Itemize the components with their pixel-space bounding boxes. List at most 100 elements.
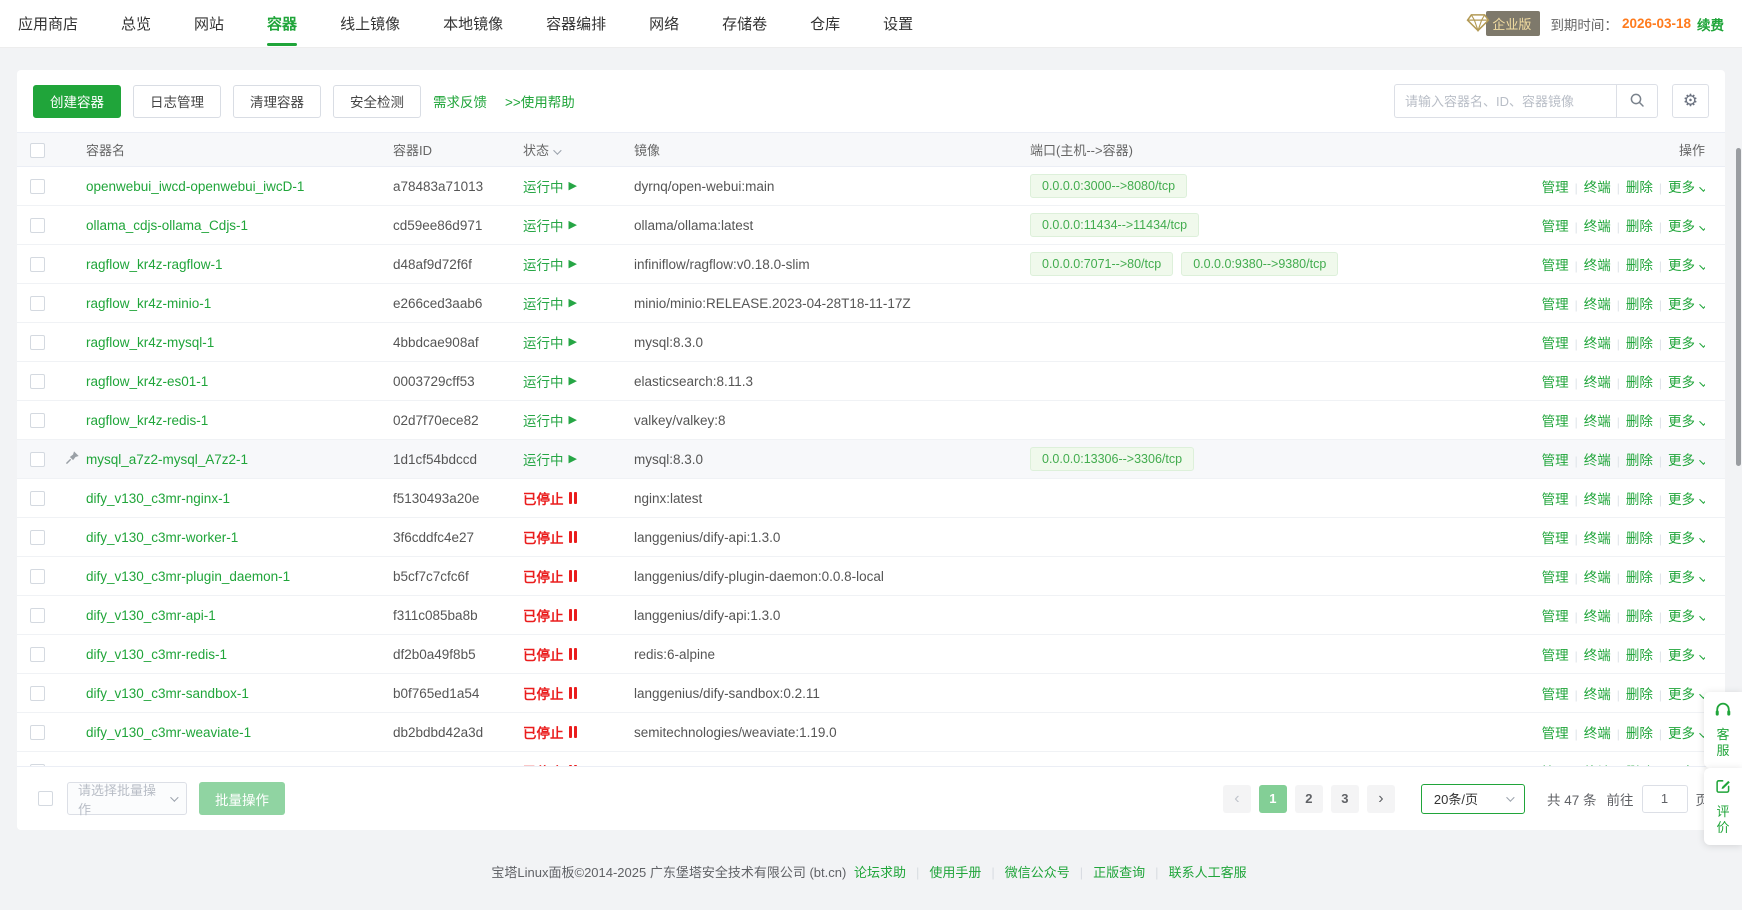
container-name-link[interactable]: ragflow_kr4z-mysql-1 bbox=[86, 335, 214, 350]
op-link-1[interactable]: 终端 bbox=[1584, 453, 1611, 468]
feedback-widget[interactable]: 评价 bbox=[1704, 768, 1742, 845]
op-link-3[interactable]: 更多 bbox=[1668, 336, 1705, 351]
op-link-2[interactable]: 删除 bbox=[1626, 453, 1653, 468]
op-link-1[interactable]: 终端 bbox=[1584, 570, 1611, 585]
op-link-2[interactable]: 删除 bbox=[1626, 492, 1653, 507]
settings-button[interactable]: ⚙ bbox=[1672, 84, 1709, 118]
op-link-3[interactable]: 更多 bbox=[1668, 765, 1705, 766]
op-link-3[interactable]: 更多 bbox=[1668, 609, 1705, 624]
nav-item-10[interactable]: 设置 bbox=[883, 0, 913, 48]
row-checkbox[interactable] bbox=[30, 218, 45, 233]
op-link-2[interactable]: 删除 bbox=[1626, 765, 1653, 766]
nav-item-5[interactable]: 本地镜像 bbox=[443, 0, 503, 48]
container-name-link[interactable]: dify_v130_c3mr-redis-1 bbox=[86, 647, 227, 662]
op-link-1[interactable]: 终端 bbox=[1584, 297, 1611, 312]
container-name-link[interactable]: dify_v130_c3mr-worker-1 bbox=[86, 530, 238, 545]
op-link-0[interactable]: 管理 bbox=[1542, 297, 1569, 312]
op-link-3[interactable]: 更多 bbox=[1668, 219, 1705, 234]
op-link-3[interactable]: 更多 bbox=[1668, 570, 1705, 585]
op-link-1[interactable]: 终端 bbox=[1584, 219, 1611, 234]
container-name-link[interactable]: dify_v130_c3mr-nginx-1 bbox=[86, 491, 230, 506]
row-checkbox[interactable] bbox=[30, 179, 45, 194]
op-link-1[interactable]: 终端 bbox=[1584, 765, 1611, 766]
footer-link-2[interactable]: 微信公众号 bbox=[1005, 865, 1070, 880]
op-link-0[interactable]: 管理 bbox=[1542, 414, 1569, 429]
nav-item-8[interactable]: 存储卷 bbox=[722, 0, 767, 48]
op-link-0[interactable]: 管理 bbox=[1542, 258, 1569, 273]
op-link-0[interactable]: 管理 bbox=[1542, 492, 1569, 507]
op-link-0[interactable]: 管理 bbox=[1542, 765, 1569, 766]
op-link-3[interactable]: 更多 bbox=[1668, 375, 1705, 390]
op-link-2[interactable]: 删除 bbox=[1626, 375, 1653, 390]
create-container-button[interactable]: 创建容器 bbox=[33, 85, 121, 118]
container-name-link[interactable]: ollama_cdjs-ollama_Cdjs-1 bbox=[86, 218, 248, 233]
row-checkbox[interactable] bbox=[30, 413, 45, 428]
container-name-link[interactable]: ragflow_kr4z-minio-1 bbox=[86, 296, 211, 311]
container-name-link[interactable]: dify_v130_c3mr-plugin_daemon-1 bbox=[86, 569, 290, 584]
batch-operation-select[interactable]: 请选择批量操作 bbox=[67, 782, 187, 815]
support-widget[interactable]: 客服 bbox=[1704, 692, 1742, 768]
clean-container-button[interactable]: 清理容器 bbox=[233, 85, 321, 118]
op-link-2[interactable]: 删除 bbox=[1626, 648, 1653, 663]
op-link-3[interactable]: 更多 bbox=[1668, 492, 1705, 507]
row-checkbox[interactable] bbox=[30, 335, 45, 350]
op-link-1[interactable]: 终端 bbox=[1584, 648, 1611, 663]
op-link-3[interactable]: 更多 bbox=[1668, 258, 1705, 273]
op-link-1[interactable]: 终端 bbox=[1584, 531, 1611, 546]
feedback-link[interactable]: 需求反馈 bbox=[433, 91, 487, 111]
row-checkbox[interactable] bbox=[30, 647, 45, 662]
batch-operation-button[interactable]: 批量操作 bbox=[199, 782, 285, 815]
op-link-2[interactable]: 删除 bbox=[1626, 687, 1653, 702]
op-link-3[interactable]: 更多 bbox=[1668, 414, 1705, 429]
container-name-link[interactable]: dify_v130_c3mr-sandbox-1 bbox=[86, 686, 249, 701]
row-checkbox[interactable] bbox=[30, 491, 45, 506]
row-checkbox[interactable] bbox=[30, 686, 45, 701]
container-name-link[interactable]: dify_v130_c3mr-weaviate-1 bbox=[86, 725, 251, 740]
search-button[interactable] bbox=[1616, 84, 1658, 118]
op-link-2[interactable]: 删除 bbox=[1626, 570, 1653, 585]
op-link-1[interactable]: 终端 bbox=[1584, 258, 1611, 273]
row-checkbox[interactable] bbox=[30, 296, 45, 311]
op-link-3[interactable]: 更多 bbox=[1668, 297, 1705, 312]
container-name-link[interactable]: dify_v130_c3mr-api-1 bbox=[86, 608, 216, 623]
log-manage-button[interactable]: 日志管理 bbox=[133, 85, 221, 118]
container-name-link[interactable]: ragflow_kr4z-es01-1 bbox=[86, 374, 208, 389]
goto-page-input[interactable] bbox=[1642, 785, 1688, 813]
row-checkbox[interactable] bbox=[30, 452, 45, 467]
op-link-0[interactable]: 管理 bbox=[1542, 648, 1569, 663]
op-link-1[interactable]: 终端 bbox=[1584, 375, 1611, 390]
op-link-2[interactable]: 删除 bbox=[1626, 219, 1653, 234]
container-name-link[interactable]: ragflow_kr4z-redis-1 bbox=[86, 413, 208, 428]
security-check-button[interactable]: 安全检测 bbox=[333, 85, 421, 118]
op-link-3[interactable]: 更多 bbox=[1668, 453, 1705, 468]
row-checkbox[interactable] bbox=[30, 257, 45, 272]
row-checkbox[interactable] bbox=[30, 530, 45, 545]
container-name-link[interactable]: dify_v130_c3mr-web-1 bbox=[86, 764, 223, 767]
batch-select-all-checkbox[interactable] bbox=[38, 791, 53, 806]
op-link-1[interactable]: 终端 bbox=[1584, 492, 1611, 507]
nav-item-9[interactable]: 仓库 bbox=[810, 0, 840, 48]
op-link-0[interactable]: 管理 bbox=[1542, 219, 1569, 234]
op-link-2[interactable]: 删除 bbox=[1626, 258, 1653, 273]
pin-icon[interactable] bbox=[65, 450, 80, 468]
nav-item-1[interactable]: 总览 bbox=[121, 0, 151, 48]
header-status[interactable]: 状态 bbox=[523, 140, 634, 159]
search-input[interactable] bbox=[1394, 84, 1616, 118]
op-link-1[interactable]: 终端 bbox=[1584, 609, 1611, 624]
op-link-1[interactable]: 终端 bbox=[1584, 687, 1611, 702]
op-link-0[interactable]: 管理 bbox=[1542, 687, 1569, 702]
select-all-checkbox[interactable] bbox=[30, 143, 45, 158]
row-checkbox[interactable] bbox=[30, 569, 45, 584]
op-link-2[interactable]: 删除 bbox=[1626, 414, 1653, 429]
row-checkbox[interactable] bbox=[30, 608, 45, 623]
nav-item-7[interactable]: 网络 bbox=[649, 0, 679, 48]
op-link-3[interactable]: 更多 bbox=[1668, 648, 1705, 663]
page-button-3[interactable]: 3 bbox=[1331, 785, 1359, 813]
op-link-0[interactable]: 管理 bbox=[1542, 453, 1569, 468]
container-name-link[interactable]: ragflow_kr4z-ragflow-1 bbox=[86, 257, 223, 272]
page-button-2[interactable]: 2 bbox=[1295, 785, 1323, 813]
container-name-link[interactable]: mysql_a7z2-mysql_A7z2-1 bbox=[86, 452, 248, 467]
op-link-0[interactable]: 管理 bbox=[1542, 531, 1569, 546]
scrollbar-thumb[interactable] bbox=[1736, 148, 1741, 466]
help-link[interactable]: >>使用帮助 bbox=[505, 91, 575, 111]
